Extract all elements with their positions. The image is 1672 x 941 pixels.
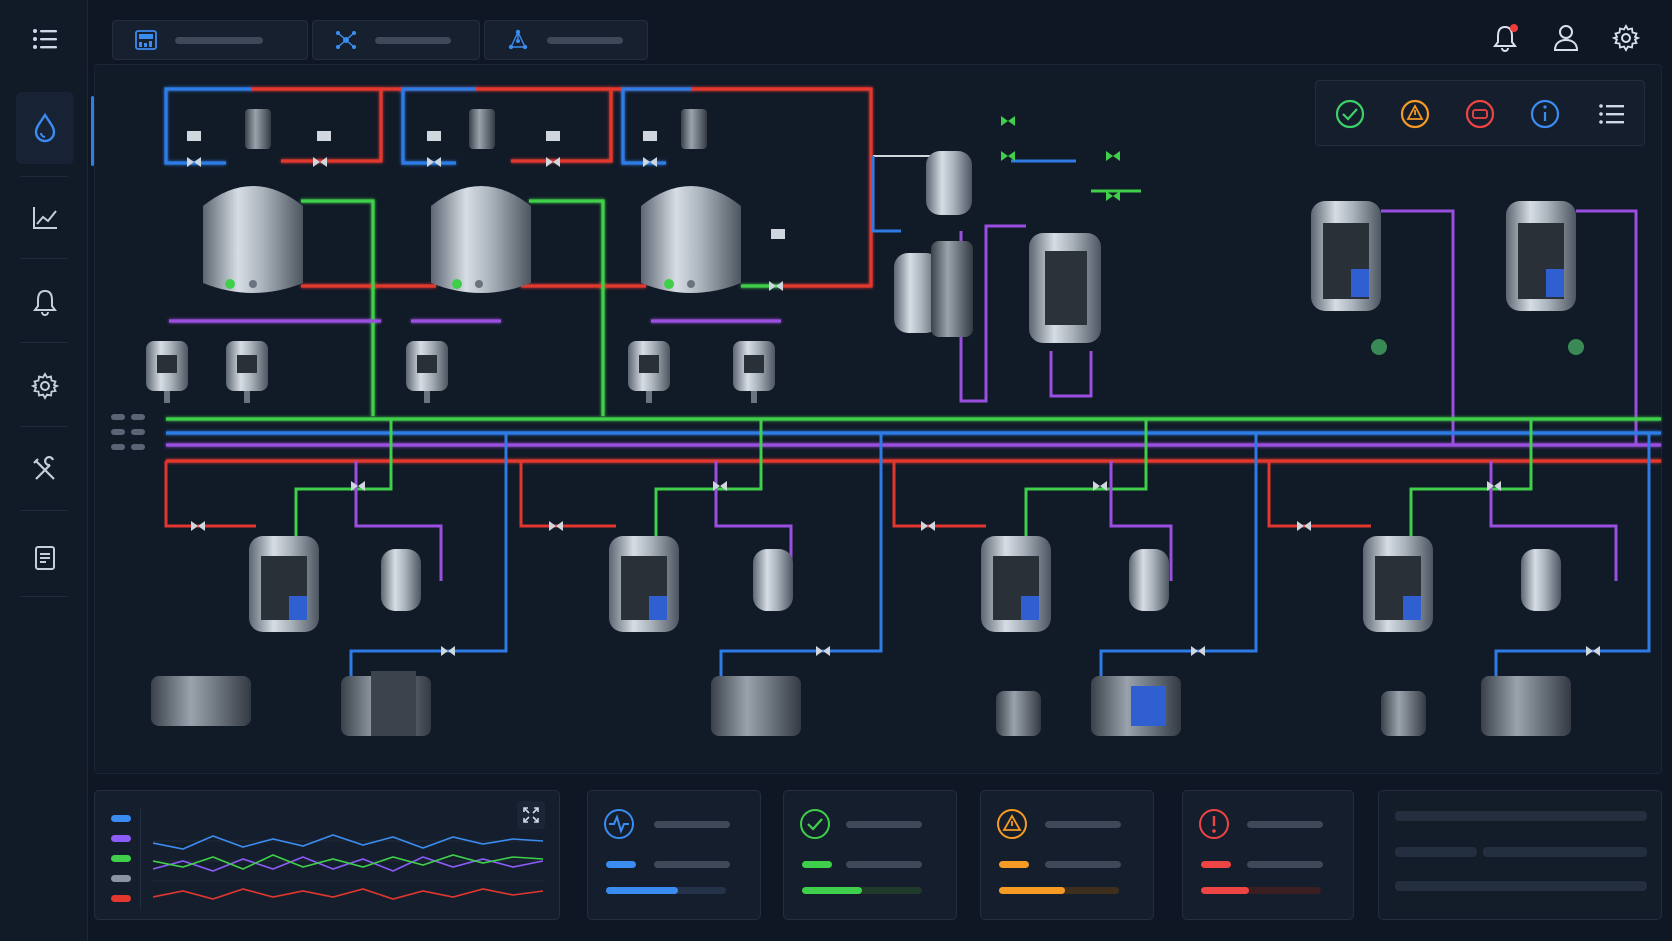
tools-icon [33,456,55,480]
sidebar-item-alarms[interactable] [16,266,74,338]
heat-exchanger-group [871,116,1141,403]
kpi-progress [1201,887,1249,894]
process-pipe [301,199,375,416]
process-diagram [111,87,1661,736]
network-icon [336,31,356,49]
tab-network[interactable] [312,20,480,60]
reactor-1 [203,109,303,293]
hamburger-menu-icon[interactable] [32,28,58,50]
kpi-progress [606,887,678,894]
sidebar-item-maintenance[interactable] [16,434,74,506]
sidebar [0,0,88,941]
expand-icon[interactable] [517,801,545,829]
list-icon [1599,104,1624,124]
trend-legend [111,809,141,909]
kpi-progress [802,887,862,894]
check-circle-icon [800,809,830,839]
legend-swatch [111,815,131,822]
legend-swatch [111,855,131,862]
pump-row-upper [146,341,775,403]
scada-app [0,0,1672,941]
status-filter-icons [1335,99,1624,129]
gear-icon [31,372,59,400]
sidebar-item-process[interactable] [16,92,74,164]
notification-button[interactable] [1486,18,1526,58]
cold-water-pipe [401,87,476,165]
status-filter-panel [1315,80,1645,146]
hot-water-pipe [476,87,613,163]
warning-triangle-icon [1400,99,1430,129]
topology-icon [508,29,528,50]
process-canvas [94,64,1662,774]
legend-swatch [111,895,131,902]
cold-water-pipe [164,87,251,165]
bell-icon [33,289,57,316]
reactor-2 [431,109,531,293]
info-icon [1530,99,1560,129]
sidebar-item-settings[interactable] [16,350,74,422]
process-unit-4 [1267,419,1651,736]
bell-icon [1493,24,1518,52]
kpi-card-warning[interactable] [980,790,1154,920]
legend-swatch [111,835,131,842]
process-unit-1 [151,419,508,736]
error-icon [1465,99,1495,129]
check-circle-icon [1335,99,1365,129]
trend-card [94,790,560,920]
process-unit-2 [519,419,883,736]
document-icon [35,546,55,570]
cold-water-pipe [621,87,691,165]
storage-tank-1 [1311,201,1455,446]
settings-button[interactable] [1606,18,1646,58]
user-button[interactable] [1546,18,1586,58]
pulse-icon [604,809,634,839]
droplet-icon [34,112,56,143]
kpi-progress [999,887,1065,894]
alert-circle-icon [1199,809,1229,839]
info-card [1378,790,1662,920]
sidebar-item-trends[interactable] [16,182,74,254]
legend-swatch [111,875,131,882]
kpi-card-ok[interactable] [783,790,957,920]
storage-tank-2 [1506,201,1638,446]
header-legend-marks [111,414,145,450]
kpi-card-alarm[interactable] [1182,790,1354,920]
user-icon [1553,25,1579,51]
process-unit-3 [892,419,1258,736]
process-pipe [529,199,605,416]
sidebar-item-reports[interactable] [16,522,74,594]
kpi-card-health[interactable] [587,790,761,920]
line-chart-icon [33,207,57,229]
tab-dashboard[interactable] [112,20,308,60]
warning-triangle-icon [997,809,1027,839]
tab-topology[interactable] [484,20,648,60]
trend-plot [153,834,544,900]
dashboard-icon [135,30,157,50]
gear-icon [1612,24,1640,52]
